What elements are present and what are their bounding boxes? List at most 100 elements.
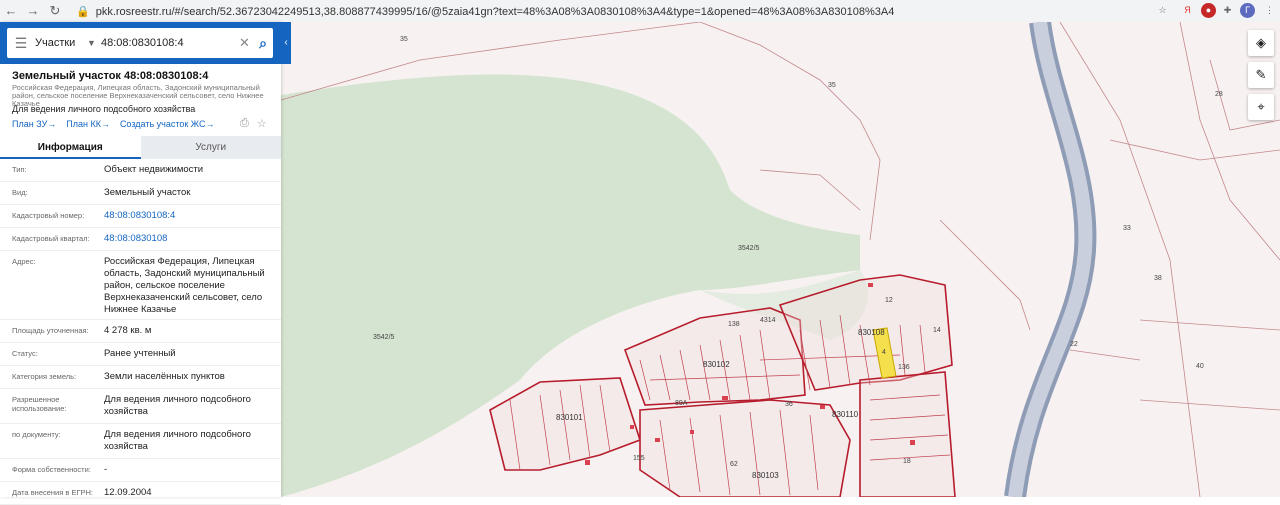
label-138: 138 xyxy=(728,321,740,328)
label-830102: 830102 xyxy=(703,360,730,369)
label-3542-b: 3542/5 xyxy=(373,334,395,341)
label-36: 36 xyxy=(785,401,793,408)
table-row: Категория земель: Земли населённых пункто… xyxy=(0,366,281,389)
label-89a: 89А xyxy=(675,400,688,407)
row-label: Разрешенное использование: xyxy=(12,395,67,413)
row-value: Для ведения личного подсобного хозяйства xyxy=(104,394,251,417)
table-row: по документу: Для ведения личного подсобн… xyxy=(0,424,281,459)
row-value: 12.09.2004 xyxy=(104,487,152,498)
label-155: 155 xyxy=(633,455,645,462)
favorite-star-icon[interactable]: ☆ xyxy=(257,117,267,130)
table-row: Кадастровый квартал: 48:08:0830108 xyxy=(0,228,281,251)
chevron-down-icon[interactable]: ▼ xyxy=(87,38,101,48)
layers-button[interactable]: ◈ xyxy=(1248,30,1274,56)
label-4314: 4314 xyxy=(760,317,776,324)
table-row: Вид: Земельный участок xyxy=(0,182,281,205)
label-35a: 35 xyxy=(400,36,408,43)
info-tabs: Информация Услуги xyxy=(0,136,281,159)
profile-avatar[interactable]: Г xyxy=(1240,3,1255,18)
reload-button[interactable]: ↻ xyxy=(44,0,66,22)
locate-button[interactable]: ⌖ xyxy=(1248,94,1274,120)
attribute-table: Тип: Объект недвижимости Вид: Земельный уч… xyxy=(0,159,281,505)
row-value: 4 278 кв. м xyxy=(104,325,152,336)
bookmark-star-icon[interactable]: ☆ xyxy=(1155,3,1170,18)
info-sidebar: ☰ Участки ▼ 48:08:0830108:4 ✕ ⌕ Земельны… xyxy=(0,22,281,505)
row-label: Кадастровый квартал: xyxy=(12,234,90,243)
row-label: Площадь уточненная: xyxy=(12,326,89,335)
label-28: 28 xyxy=(1215,91,1223,98)
label-136: 136 xyxy=(898,364,910,371)
search-icon[interactable]: ⌕ xyxy=(253,35,273,52)
parcel-title: Земельный участок 48:08:0830108:4 xyxy=(12,70,209,82)
forward-button[interactable]: → xyxy=(22,0,44,22)
url-text: pkk.rosreestr.ru/#/search/52.36723042249… xyxy=(95,5,895,18)
print-icon[interactable]: ⎙ xyxy=(240,117,249,130)
table-row: Форма собственности: - xyxy=(0,459,281,482)
row-label: Тип: xyxy=(12,165,27,174)
label-35b: 35 xyxy=(828,82,836,89)
row-label: Дата внесения в ЕГРН: xyxy=(12,488,94,497)
table-row: Тип: Объект недвижимости xyxy=(0,159,281,182)
table-row: Дата внесения в ЕГРН: 12.09.2004 xyxy=(0,482,281,505)
row-label: Категория земель: xyxy=(12,372,77,381)
collapse-sidebar-button[interactable]: ‹ xyxy=(281,22,291,64)
tab-services[interactable]: Услуги xyxy=(140,136,281,159)
row-value: Земельный участок xyxy=(104,187,191,198)
label-830110: 830110 xyxy=(832,410,859,419)
menu-icon[interactable]: ☰ xyxy=(7,35,35,52)
menu-dots-icon[interactable]: ⋮ xyxy=(1262,3,1277,18)
label-830101: 830101 xyxy=(556,413,583,422)
label-830103: 830103 xyxy=(752,471,779,480)
back-button[interactable]: ← xyxy=(0,0,22,22)
extension-icon[interactable]: ● xyxy=(1201,3,1216,18)
plan-kk-link[interactable]: План КК→ xyxy=(66,119,110,129)
table-row: Адрес: Российская Федерация, Липецкая обл… xyxy=(0,251,281,320)
parcel-purpose: Для ведения личного подсобного хозяйства xyxy=(12,104,196,114)
parcel-links: План ЗУ→ План КК→ Создать участок ЖС→ xyxy=(12,119,215,129)
yandex-extension-icon[interactable]: Я xyxy=(1180,3,1195,18)
table-row: Статус: Ранее учтенный xyxy=(0,343,281,366)
parcel-actions: ⎙ ☆ xyxy=(240,117,267,130)
search-panel: ☰ Участки ▼ 48:08:0830108:4 ✕ ⌕ xyxy=(0,22,281,64)
row-label: Кадастровый номер: xyxy=(12,211,85,220)
row-value: - xyxy=(104,464,108,475)
row-value: Ранее учтенный xyxy=(104,348,176,359)
lock-icon: 🔒 xyxy=(76,5,90,18)
table-row: Площадь уточненная: 4 278 кв. м xyxy=(0,320,281,343)
row-label: Форма собственности: xyxy=(12,465,91,474)
clear-icon[interactable]: ✕ xyxy=(239,35,253,51)
label-3542-a: 3542/5 xyxy=(738,245,760,252)
row-value: Российская Федерация, Липецкая область, … xyxy=(104,256,265,315)
label-12: 12 xyxy=(885,297,893,304)
ruler-button[interactable]: ✎ xyxy=(1248,62,1274,88)
cadastral-number-link[interactable]: 48:08:0830108:4 xyxy=(102,205,281,227)
row-label: Вид: xyxy=(12,188,28,197)
row-value: Объект недвижимости xyxy=(104,164,204,175)
create-parcel-link[interactable]: Создать участок ЖС→ xyxy=(120,119,215,129)
label-830108: 830108 xyxy=(858,328,885,337)
cadastral-quarter-link[interactable]: 48:08:0830108 xyxy=(102,228,281,250)
search-input[interactable]: 48:08:0830108:4 xyxy=(101,37,239,49)
table-row: Разрешенное использование: Для ведения ли… xyxy=(0,389,281,424)
row-label: Статус: xyxy=(12,349,38,358)
label-14: 14 xyxy=(933,327,941,334)
label-4: 4 xyxy=(882,349,886,356)
label-33: 33 xyxy=(1123,225,1131,232)
row-label: Адрес: xyxy=(12,257,36,266)
row-value: Для ведения личного подсобного хозяйства xyxy=(104,429,251,452)
search-box: ☰ Участки ▼ 48:08:0830108:4 ✕ ⌕ xyxy=(7,28,273,58)
label-40: 40 xyxy=(1196,363,1204,370)
label-38: 38 xyxy=(1154,275,1162,282)
browser-toolbar: ← → ↻ 🔒 pkk.rosreestr.ru/#/search/52.3672… xyxy=(0,0,1280,23)
table-row: Кадастровый номер: 48:08:0830108:4 xyxy=(0,205,281,228)
puzzle-icon[interactable]: ✚ xyxy=(1220,3,1235,18)
search-category-select[interactable]: Участки xyxy=(35,37,87,49)
row-value: Земли населённых пунктов xyxy=(104,371,225,382)
row-label: по документу: xyxy=(12,430,61,439)
label-18: 18 xyxy=(903,458,911,465)
address-bar[interactable]: 🔒 pkk.rosreestr.ru/#/search/52.3672304224… xyxy=(76,5,1136,18)
plan-zu-link[interactable]: План ЗУ→ xyxy=(12,119,56,129)
label-62: 62 xyxy=(730,461,738,468)
tab-information[interactable]: Информация xyxy=(0,136,141,159)
label-22: 22 xyxy=(1070,341,1078,348)
